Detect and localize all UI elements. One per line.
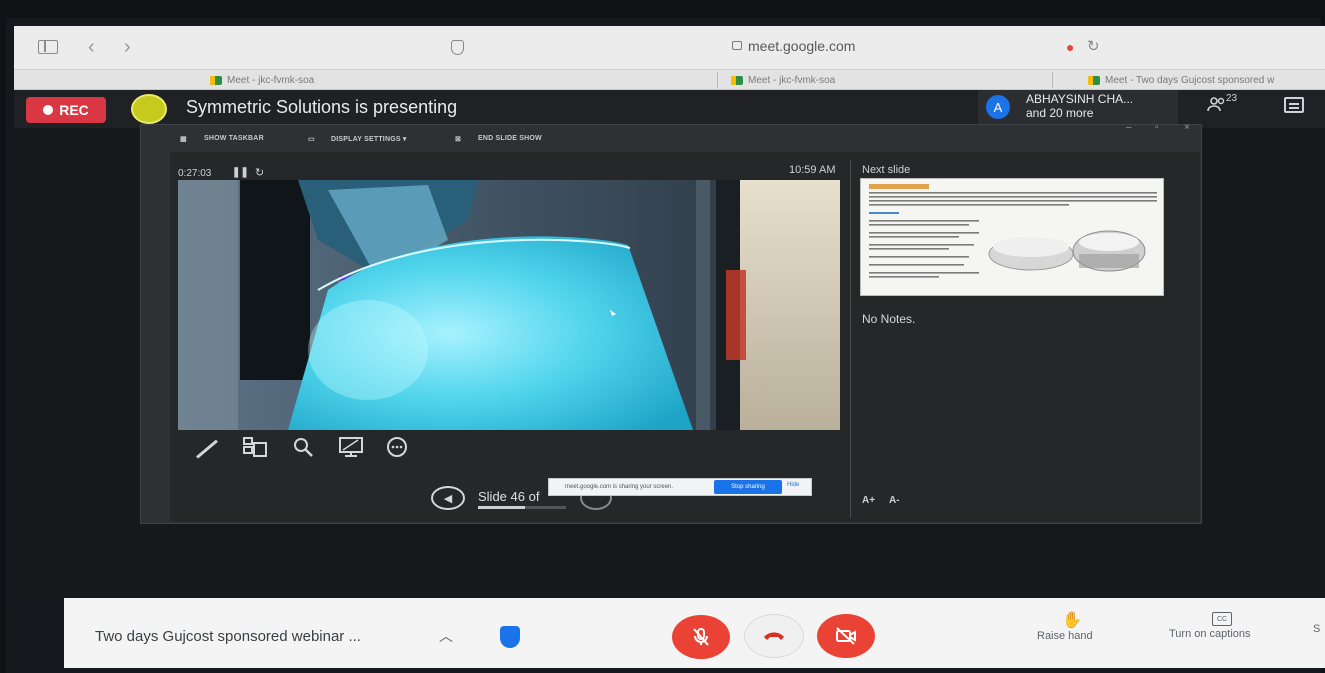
restore-icon[interactable]: ▫: [1155, 122, 1159, 133]
elapsed-timer: 0:27:03: [178, 168, 212, 179]
browser-tab-1[interactable]: Meet - jkc-fvmk-soa: [210, 71, 314, 89]
previous-slide-button[interactable]: ◀: [431, 486, 465, 510]
browser-tab-2[interactable]: Meet - jkc-fvmk-soa: [731, 71, 835, 89]
close-icon[interactable]: ×: [1184, 122, 1190, 133]
pause-icon[interactable]: ❚❚: [232, 167, 249, 178]
lock-icon: [732, 41, 742, 50]
hide-notice-button[interactable]: Hide: [787, 482, 799, 488]
stop-sharing-button[interactable]: Stop sharing: [714, 480, 782, 494]
host-controls-shield-icon[interactable]: [500, 626, 520, 648]
share-screen-button-cropped[interactable]: S: [1313, 623, 1320, 635]
chevron-up-icon[interactable]: ︿: [439, 626, 453, 646]
mic-off-icon: [693, 628, 709, 646]
screen: ‹ › meet.google.com ● ↻ Meet - jkc-fvmk-…: [0, 0, 1325, 673]
camera-off-button[interactable]: [817, 614, 875, 658]
next-slide-preview[interactable]: [860, 178, 1164, 296]
restart-timer-icon[interactable]: ↻: [255, 166, 264, 179]
record-dot-icon: [43, 105, 54, 115]
share-notice-text: meet.google.com is sharing your screen.: [565, 484, 674, 490]
mic-in-use-icon[interactable]: ●: [1066, 39, 1074, 55]
tab-label: Meet - Two days Gujcost sponsored w: [1105, 74, 1275, 86]
meet-logo-icon: [210, 75, 222, 85]
zoom-icon[interactable]: [291, 436, 317, 458]
tab-divider: [717, 72, 718, 88]
presenting-banner: Symmetric Solutions is presenting: [186, 97, 458, 117]
decrease-font-button[interactable]: A-: [889, 495, 900, 506]
taskbar-icon[interactable]: ▦: [180, 135, 187, 143]
meet-logo-icon: [1088, 75, 1100, 85]
captions-button[interactable]: Turn on captions: [1169, 628, 1251, 640]
sidebar-icon[interactable]: [38, 40, 58, 54]
browser-tab-3[interactable]: Meet - Two days Gujcost sponsored w: [1088, 71, 1274, 89]
forward-icon[interactable]: ›: [124, 36, 131, 59]
rec-label: REC: [59, 102, 89, 118]
current-slide[interactable]: [178, 180, 840, 430]
reload-icon[interactable]: ↻: [1087, 37, 1100, 55]
display-settings-button[interactable]: DISPLAY SETTINGS ▾: [331, 135, 407, 143]
see-all-slides-icon[interactable]: [242, 436, 268, 458]
browser-toolbar: [14, 26, 1325, 70]
participant-name: ABHAYSINH CHA...: [1026, 92, 1134, 106]
raise-hand-icon[interactable]: ✋: [1062, 610, 1082, 630]
raise-hand-button[interactable]: Raise hand: [1037, 630, 1093, 642]
tracking-shield-icon[interactable]: [451, 40, 464, 55]
show-taskbar-button[interactable]: SHOW TASKBAR: [204, 135, 264, 142]
more-options-icon[interactable]: [384, 436, 410, 458]
people-count: 23: [1226, 93, 1238, 104]
recording-badge: REC: [26, 97, 106, 123]
clock: 10:59 AM: [789, 164, 836, 176]
display-settings-icon[interactable]: ▭: [308, 135, 315, 143]
captions-icon[interactable]: CC: [1212, 612, 1232, 626]
tab-label: Meet - jkc-fvmk-soa: [748, 74, 836, 86]
participant-avatar: A: [986, 95, 1010, 119]
pane-divider[interactable]: [850, 160, 851, 518]
people-icon[interactable]: [1207, 96, 1227, 117]
hang-up-icon: [764, 632, 784, 640]
speaker-notes: No Notes.: [862, 312, 916, 326]
slide-photo: [178, 180, 840, 430]
end-show-icon[interactable]: ⊠: [455, 135, 461, 143]
meet-logo-icon: [731, 75, 743, 85]
black-screen-icon[interactable]: [338, 436, 364, 458]
next-slide-thumbnail: [861, 179, 1163, 295]
leave-call-button[interactable]: [744, 614, 804, 658]
participant-more: and 20 more: [1026, 106, 1094, 120]
mic-off-button[interactable]: [672, 615, 730, 659]
camera-off-icon: [836, 627, 856, 645]
back-icon[interactable]: ‹: [88, 36, 95, 59]
end-slide-show-button[interactable]: END SLIDE SHOW: [478, 135, 542, 142]
presenter-avatar: [131, 94, 167, 124]
increase-font-button[interactable]: A+: [862, 495, 875, 506]
tab-label: Meet - jkc-fvmk-soa: [227, 74, 315, 86]
slide-counter[interactable]: Slide 46 of: [478, 489, 539, 504]
meeting-title[interactable]: Two days Gujcost sponsored webinar ...: [95, 628, 361, 645]
next-slide-label: Next slide: [862, 164, 911, 176]
address-bar[interactable]: meet.google.com: [748, 38, 855, 54]
slide-progress-fill: [478, 506, 525, 509]
minimize-icon[interactable]: –: [1126, 122, 1132, 133]
chat-icon[interactable]: [1284, 97, 1304, 113]
tab-divider: [1052, 72, 1053, 88]
